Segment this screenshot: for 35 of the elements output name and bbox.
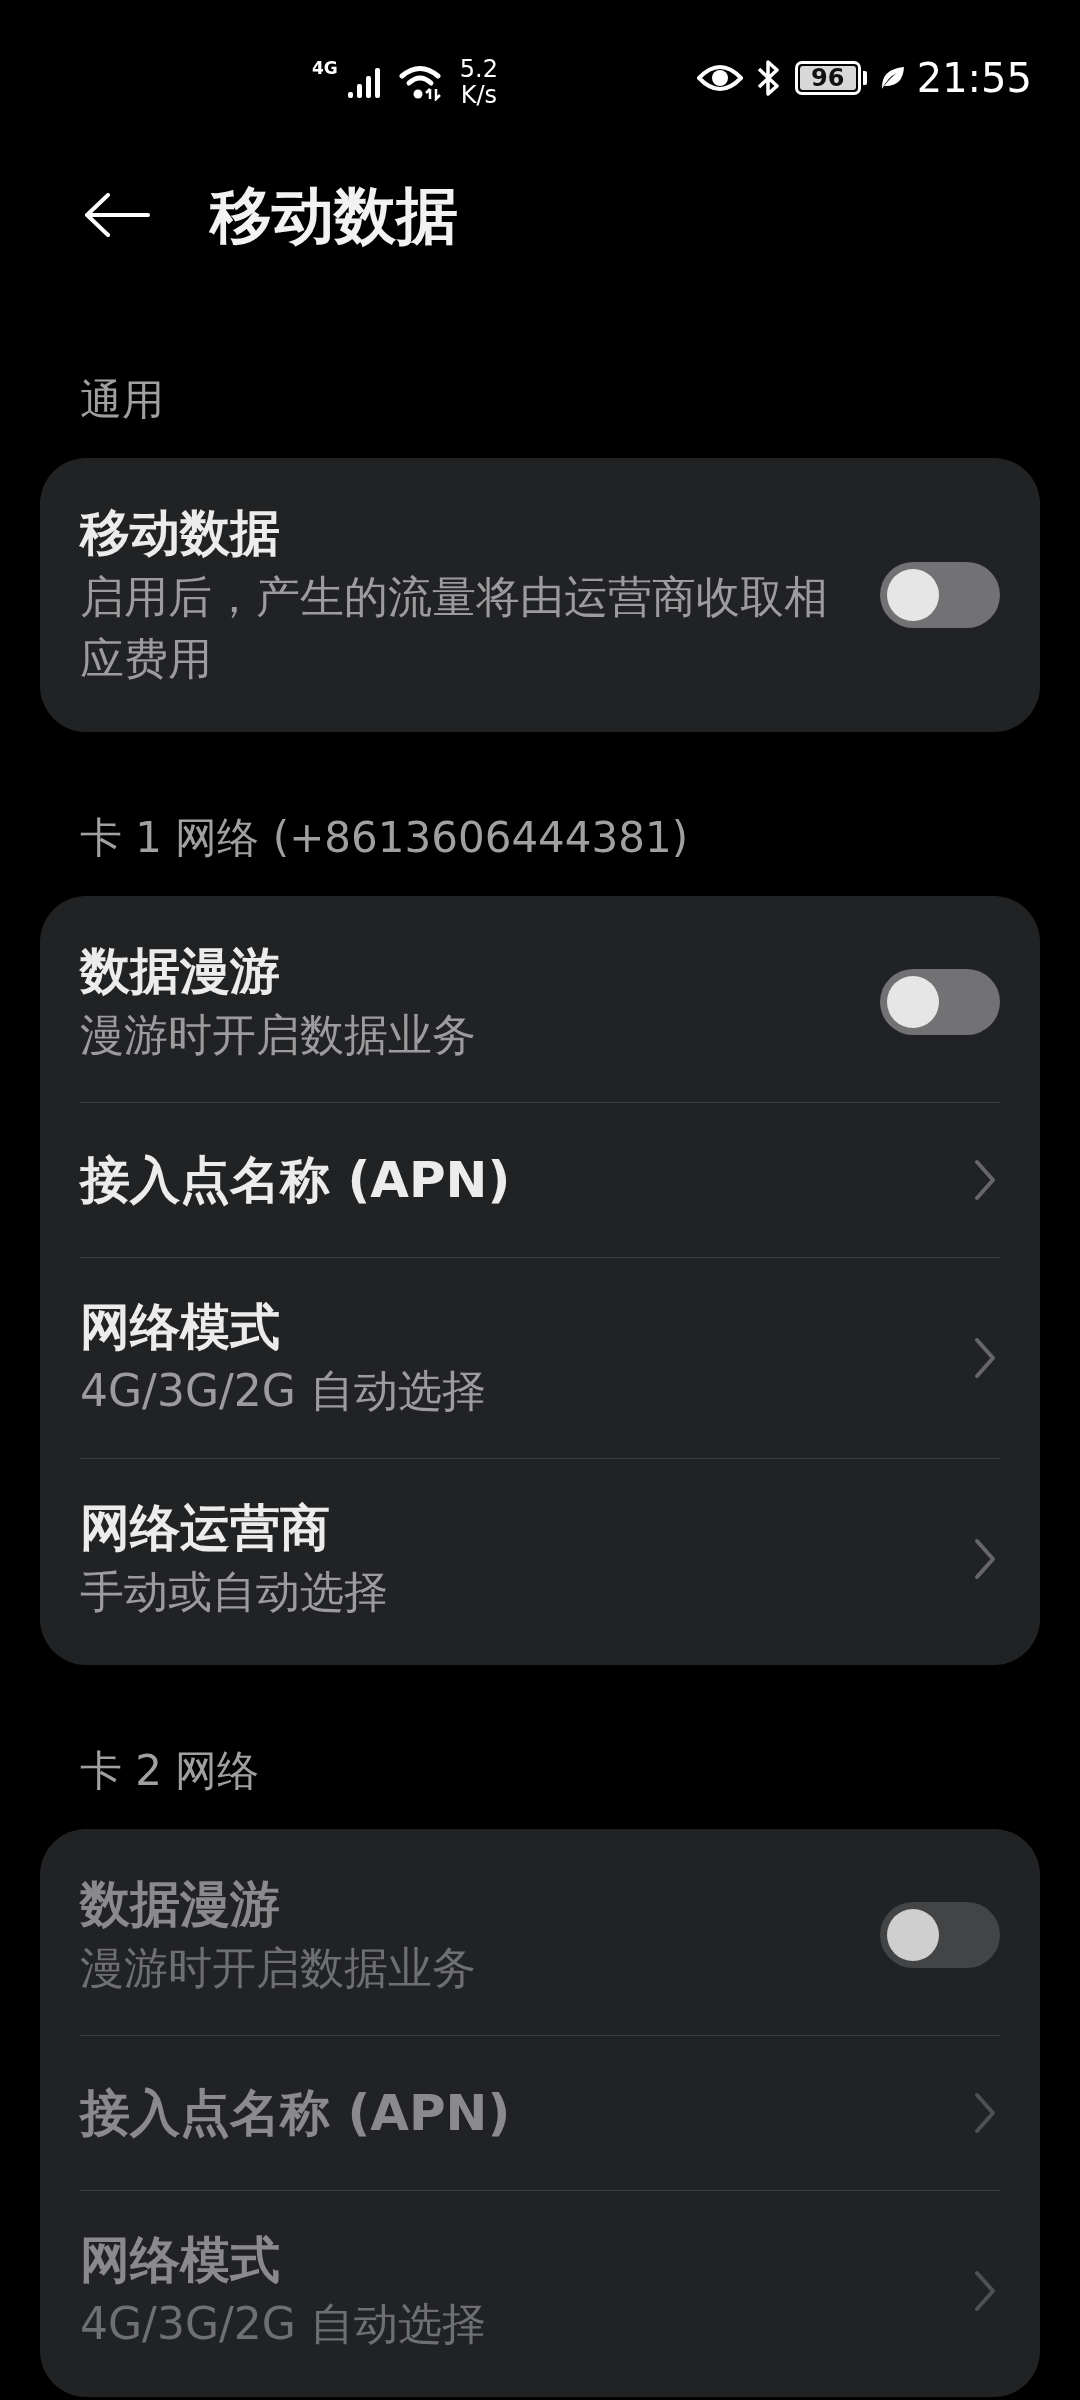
- settings-row[interactable]: 网络运营商 手动或自动选择: [80, 1458, 1000, 1659]
- speed-unit: K/s: [460, 82, 498, 108]
- settings-row[interactable]: 接入点名称 (APN): [80, 1102, 1000, 1257]
- settings-row[interactable]: 数据漫游 漫游时开启数据业务: [80, 902, 1000, 1102]
- row-title: 数据漫游: [80, 1874, 281, 1935]
- row-subtitle: 4G/3G/2G 自动选择: [80, 2297, 487, 2351]
- section-header: 通用: [79, 374, 165, 426]
- wifi-icon: [397, 63, 444, 101]
- row-title: 网络模式: [80, 2230, 281, 2291]
- chevron-icon: [974, 2270, 996, 2312]
- row-subtitle: 漫游时开启数据业务: [80, 1008, 477, 1062]
- page-title: 移动数据: [210, 177, 458, 254]
- row-title: 移动数据: [80, 503, 281, 564]
- row-title: 接入点名称 (APN): [80, 1150, 512, 1211]
- network-type-label: 4G: [312, 60, 338, 77]
- row-subtitle: 漫游时开启数据业务: [80, 1941, 477, 1995]
- chevron-icon: [974, 2092, 996, 2134]
- row-subtitle: 启用后，产生的流量将由运营商收取相应费用: [80, 570, 829, 686]
- row-subtitle: 手动或自动选择: [80, 1565, 389, 1619]
- chevron-icon: [974, 1159, 996, 1201]
- row-title: 网络模式: [80, 1297, 281, 1358]
- row-title: 数据漫游: [80, 941, 281, 1002]
- settings-row[interactable]: 移动数据 启用后，产生的流量将由运营商收取相应费用: [80, 464, 1000, 726]
- section-header: 卡 2 网络: [79, 1745, 261, 1797]
- battery-level-label: 96: [811, 66, 845, 90]
- chevron-icon: [974, 1337, 996, 1379]
- section-header: 卡 1 网络 (+8613606444381): [79, 812, 690, 864]
- speed-value: 5.2: [459, 56, 498, 82]
- row-subtitle: 4G/3G/2G 自动选择: [80, 1364, 487, 1418]
- row-title: 接入点名称 (APN): [80, 2083, 512, 2144]
- settings-row[interactable]: 网络模式 4G/3G/2G 自动选择: [80, 1257, 1000, 1458]
- eye-icon: [696, 62, 743, 94]
- clock-time: 21:55: [916, 58, 1032, 98]
- chevron-icon: [974, 1538, 996, 1580]
- row-title: 网络运营商: [80, 1498, 331, 1559]
